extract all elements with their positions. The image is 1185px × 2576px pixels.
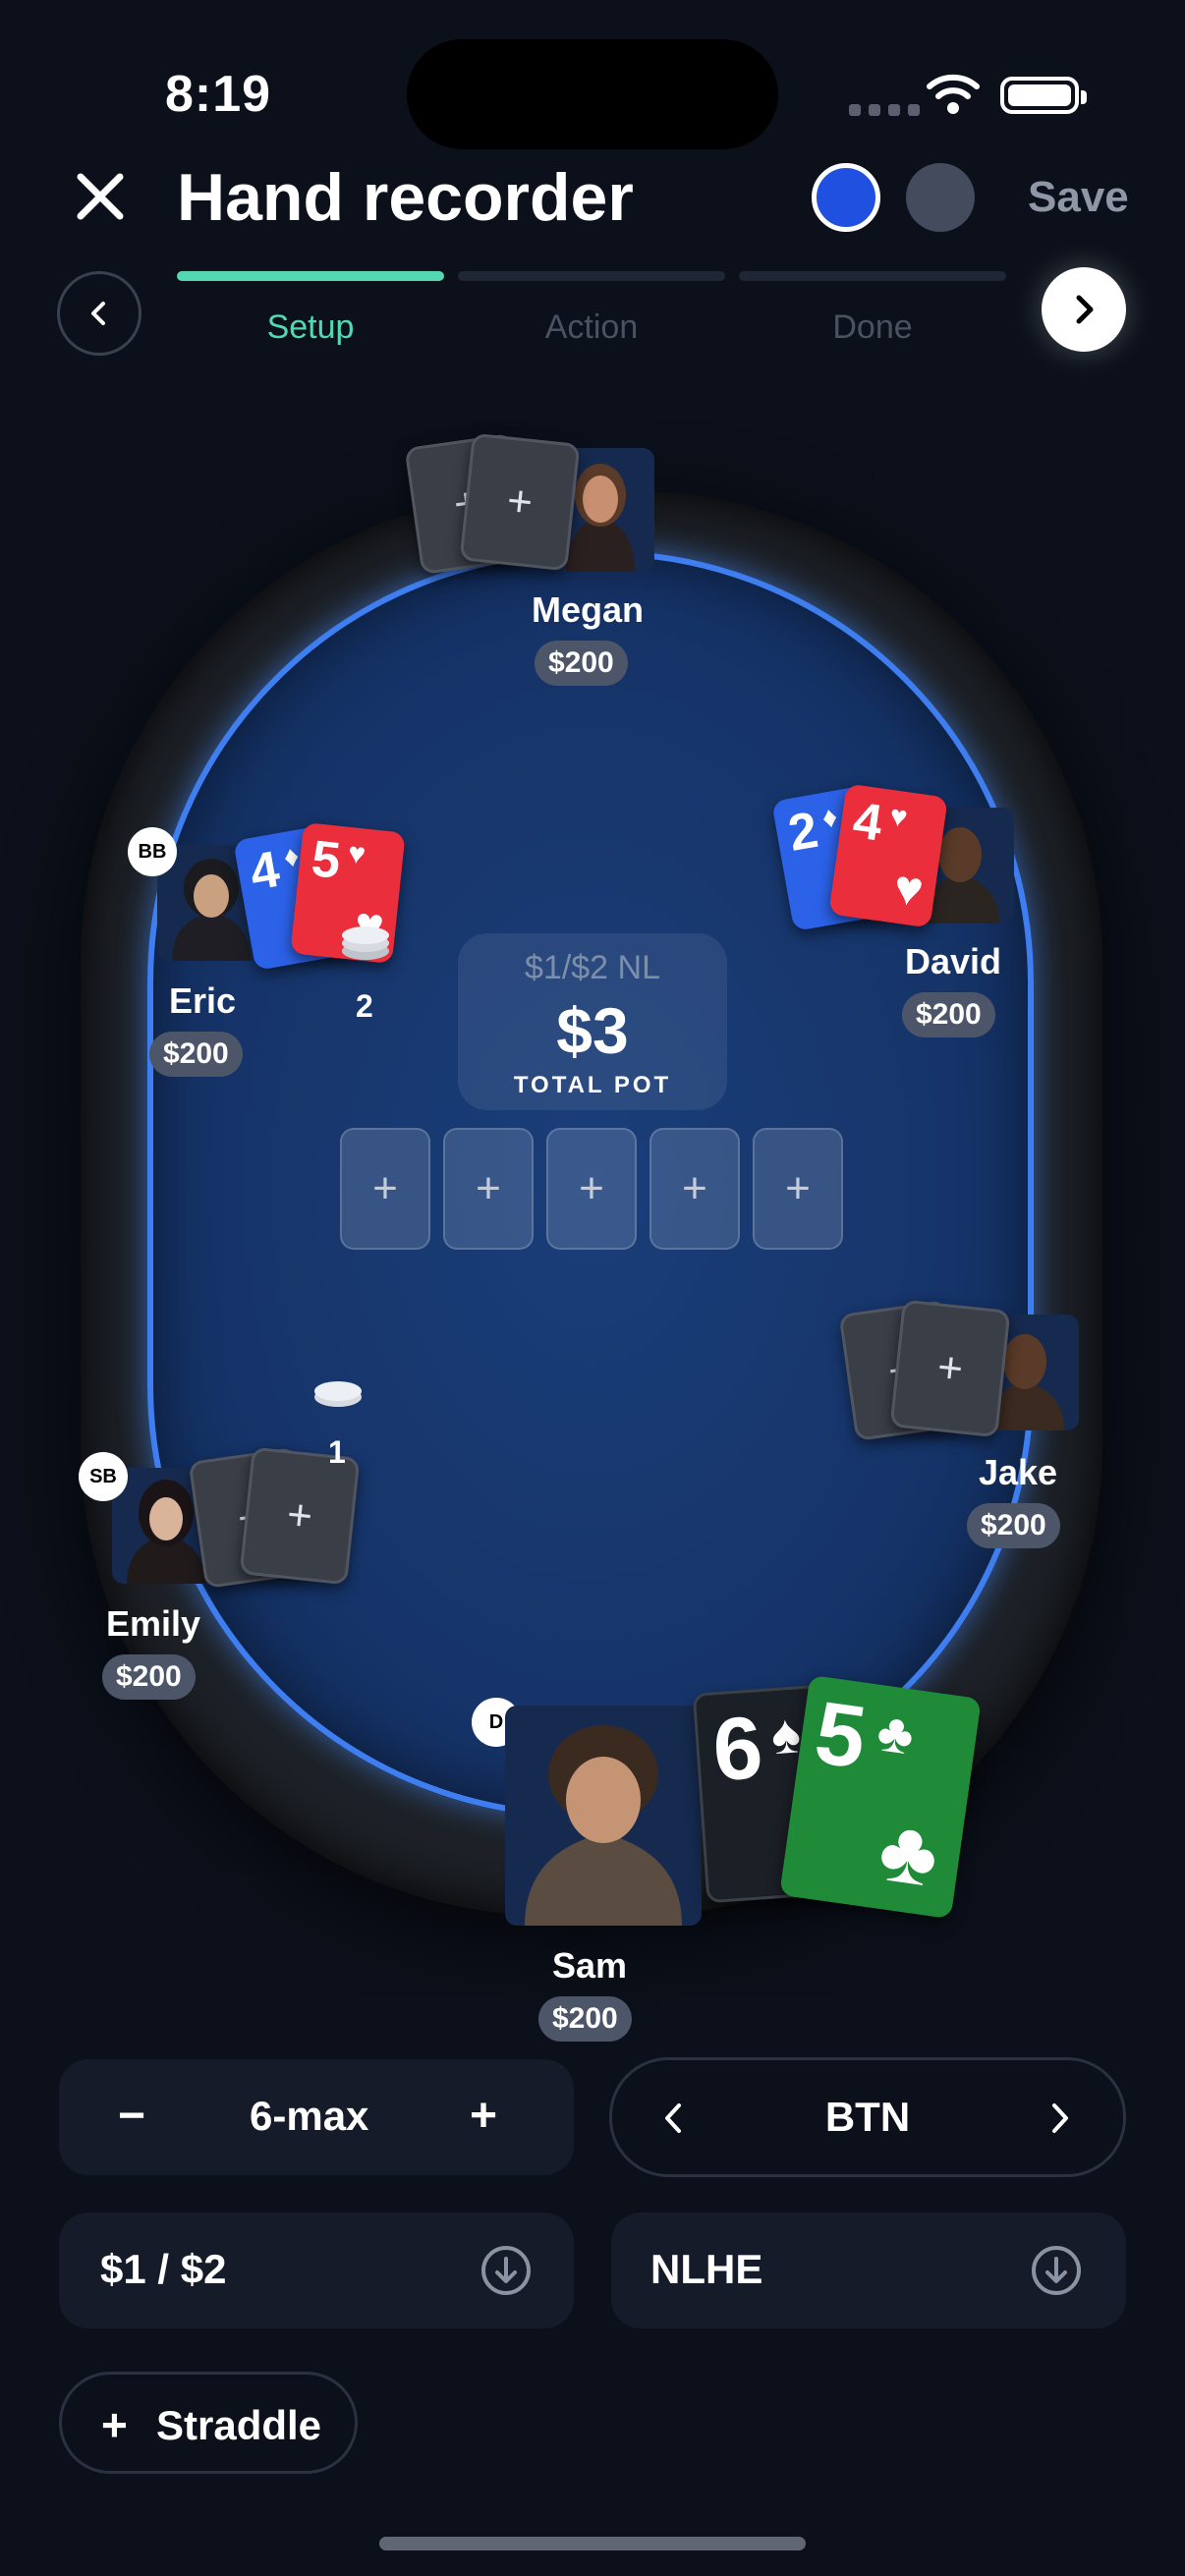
card-suit-large: ♣: [873, 1800, 944, 1907]
board-card-slot[interactable]: +: [546, 1128, 637, 1250]
chevron-left-icon: [91, 302, 105, 325]
small-blind-badge: SB: [79, 1452, 128, 1501]
chevron-right-icon[interactable]: [1044, 2101, 1074, 2135]
plus-icon: +: [101, 2399, 128, 2450]
dynamic-island: [407, 39, 778, 149]
home-indicator: [379, 2537, 806, 2550]
step-progress-setup: [177, 271, 444, 281]
game-type-select[interactable]: NLHE: [611, 2212, 1126, 2328]
battery-icon: [1000, 77, 1087, 114]
card-rank: 6: [709, 1699, 766, 1801]
board-card-slot[interactable]: +: [649, 1128, 740, 1250]
bet-amount-emily: 1: [328, 1434, 346, 1470]
wifi-icon: [927, 74, 980, 114]
close-icon[interactable]: [71, 167, 130, 226]
next-button[interactable]: [1042, 267, 1126, 352]
player-stack-david[interactable]: $200: [902, 992, 995, 1037]
arrow-down-circle-icon: [1032, 2246, 1081, 2295]
player-name-eric: Eric: [168, 980, 237, 1021]
position-value: BTN: [824, 2094, 911, 2140]
tab-action[interactable]: Action: [458, 308, 725, 347]
chips-icon: [314, 1381, 362, 1407]
card-suit: ♥: [346, 836, 367, 871]
card-suit: ♣: [873, 1700, 919, 1766]
tab-setup[interactable]: Setup: [177, 308, 444, 347]
player-name-jake: Jake: [978, 1452, 1058, 1492]
chips-icon: [342, 926, 389, 960]
hole-card-jake-2[interactable]: +: [889, 1299, 1011, 1438]
board-card-slot[interactable]: +: [443, 1128, 534, 1250]
plus-button[interactable]: +: [470, 2089, 497, 2143]
card-rank: 4: [849, 792, 886, 853]
table-size-value: 6-max: [250, 2093, 369, 2139]
card-suit: ♦: [819, 800, 840, 836]
player-stack-emily[interactable]: $200: [102, 1654, 196, 1700]
player-name-megan: Megan: [531, 589, 644, 630]
board-card-slot[interactable]: +: [340, 1128, 430, 1250]
bet-amount-eric: 2: [356, 988, 373, 1024]
tab-done[interactable]: Done: [739, 308, 1006, 347]
pot-amount: $3: [556, 994, 629, 1067]
signal-icon: [849, 104, 920, 116]
stakes-select[interactable]: $1 / $2: [59, 2212, 574, 2328]
hole-card-sam-2[interactable]: 5 ♣ ♣: [779, 1674, 982, 1920]
straddle-label: Straddle: [156, 2402, 322, 2448]
card-rank: 4: [246, 840, 284, 902]
player-name-emily: Emily: [105, 1603, 201, 1644]
card-suit-large: ♥: [890, 859, 928, 919]
table-size-stepper: − 6-max +: [59, 2059, 574, 2175]
stakes-value: $1 / $2: [100, 2246, 227, 2292]
chevron-left-icon[interactable]: [659, 2101, 689, 2135]
arrow-down-circle-icon: [481, 2246, 531, 2295]
position-selector: BTN: [609, 2057, 1126, 2177]
card-suit: ♥: [887, 799, 910, 835]
hole-card-megan-2[interactable]: +: [459, 432, 581, 572]
step-progress-done: [739, 271, 1006, 281]
color-swatch-gray[interactable]: [906, 163, 975, 232]
page-title: Hand recorder: [177, 160, 634, 235]
player-stack-eric[interactable]: $200: [149, 1032, 243, 1077]
pot-panel: $1/$2 NL $3 TOTAL POT: [458, 933, 727, 1110]
color-swatch-blue[interactable]: [812, 163, 880, 232]
game-type-value: NLHE: [650, 2246, 763, 2292]
card-rank: 2: [784, 801, 822, 863]
pot-stakes: $1/$2 NL: [525, 949, 660, 986]
pot-label: TOTAL POT: [513, 1072, 672, 1098]
back-button[interactable]: [57, 271, 141, 356]
status-time: 8:19: [165, 66, 272, 123]
board-card-slot[interactable]: +: [753, 1128, 843, 1250]
big-blind-badge: BB: [128, 827, 177, 876]
card-suit: ♠: [768, 1702, 803, 1766]
player-stack-jake[interactable]: $200: [967, 1503, 1060, 1548]
player-stack-sam[interactable]: $200: [538, 1996, 632, 2042]
save-button[interactable]: Save: [1028, 173, 1129, 222]
card-rank: 5: [809, 1683, 873, 1788]
step-progress-action: [458, 271, 725, 281]
minus-button[interactable]: −: [118, 2089, 145, 2143]
avatar[interactable]: [505, 1706, 702, 1926]
hole-card-david-2[interactable]: 4 ♥ ♥: [828, 783, 948, 928]
player-name-david: David: [904, 941, 1002, 981]
player-stack-megan[interactable]: $200: [535, 641, 628, 686]
player-name-sam: Sam: [551, 1945, 628, 1986]
straddle-button[interactable]: + Straddle: [59, 2372, 358, 2474]
card-rank: 5: [309, 830, 344, 890]
chevron-right-icon: [1076, 295, 1094, 324]
